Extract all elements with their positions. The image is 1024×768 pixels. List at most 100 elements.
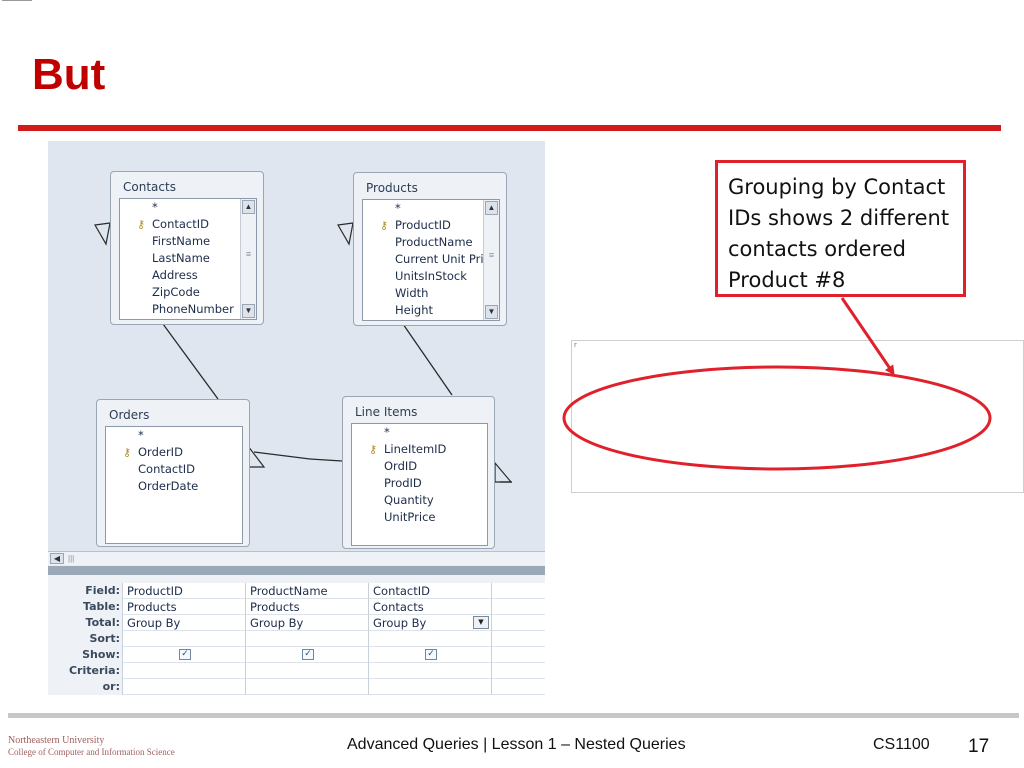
field-item[interactable]: * [120, 199, 256, 216]
total-cell[interactable]: Group By [246, 615, 368, 631]
field-item[interactable]: ZipCode [120, 284, 256, 301]
or-cell[interactable] [369, 679, 491, 695]
show-cell: ✓ [123, 647, 245, 663]
total-cell[interactable]: Group By ▼ [369, 615, 491, 631]
grid-column: ProductName Products Group By ✓ [246, 583, 369, 695]
callout-box: Grouping by Contact IDs shows 2 differen… [715, 160, 966, 297]
field-item[interactable]: ProductName [363, 234, 499, 251]
total-cell[interactable]: Group By [123, 615, 245, 631]
field-item[interactable]: OrdID [352, 458, 487, 475]
field-item[interactable]: * [363, 200, 499, 217]
field-list[interactable]: * ⚷ LineItemID OrdID ProdID Quantity Unit… [351, 423, 488, 546]
scroll-down-arrow-icon[interactable]: ▼ [485, 305, 498, 319]
query-designer-screenshot: Contacts * ⚷ ContactID FirstName LastName… [48, 141, 545, 695]
table-cell[interactable]: Products [123, 599, 245, 615]
field-item[interactable]: OrderDate [106, 478, 242, 495]
show-checkbox[interactable]: ✓ [425, 649, 437, 660]
table-title: Orders [109, 408, 150, 422]
sort-cell[interactable] [492, 631, 545, 647]
field-item[interactable]: ⚷ LineItemID [352, 441, 487, 458]
horizontal-scrollbar[interactable]: ◀ ||| [48, 551, 545, 565]
show-cell[interactable] [492, 647, 545, 663]
scroll-up-arrow-icon[interactable]: ▲ [485, 201, 498, 215]
field-cell[interactable]: ProductName [246, 583, 368, 599]
row-label-field: Field: [85, 584, 120, 597]
or-cell[interactable] [123, 679, 245, 695]
table-cell[interactable]: Products [246, 599, 368, 615]
relationships-pane: Contacts * ⚷ ContactID FirstName LastName… [48, 141, 545, 551]
or-cell[interactable] [492, 679, 545, 695]
show-checkbox[interactable]: ✓ [179, 649, 191, 660]
key-icon: ⚷ [380, 219, 389, 232]
top-corner-mark [2, 0, 32, 4]
field-item[interactable]: UnitsInStock [363, 268, 499, 285]
show-cell: ✓ [246, 647, 368, 663]
criteria-cell[interactable] [246, 663, 368, 679]
field-item[interactable]: UnitPrice [352, 509, 487, 526]
sort-cell[interactable] [123, 631, 245, 647]
row-label-criteria: Criteria: [68, 664, 120, 677]
design-grid-pane: Field: Table: Total: Sort: Show: Criteri… [48, 575, 545, 695]
field-cell[interactable]: ContactID [369, 583, 491, 599]
field-cell[interactable]: ProductID [123, 583, 245, 599]
chevron-down-icon[interactable]: ▼ [473, 616, 489, 629]
table-title: Contacts [123, 180, 176, 194]
or-cell[interactable] [246, 679, 368, 695]
grid-column: ContactID Contacts Group By ▼ ✓ [369, 583, 492, 695]
key-icon: ⚷ [123, 446, 132, 459]
table-box-line-items[interactable]: Line Items * ⚷ LineItemID OrdID ProdID Qu… [342, 396, 495, 549]
result-corner-mark: r [574, 341, 577, 349]
row-label-total: Total: [85, 616, 120, 629]
field-cell[interactable] [492, 583, 545, 599]
scroll-up-arrow-icon[interactable]: ▲ [242, 200, 255, 214]
slide-title: But [32, 50, 106, 99]
show-checkbox[interactable]: ✓ [302, 649, 314, 660]
page-number: 17 [968, 736, 990, 757]
total-cell[interactable] [492, 615, 545, 631]
table-box-contacts[interactable]: Contacts * ⚷ ContactID FirstName LastName… [110, 171, 264, 325]
scroll-left-arrow-icon[interactable]: ◀ [50, 553, 64, 564]
table-box-products[interactable]: Products * ⚷ ProductID ProductName Curren… [353, 172, 507, 326]
scroll-grip-icon: ≡ [488, 250, 495, 260]
field-item[interactable]: * [352, 424, 487, 441]
table-cell[interactable] [492, 599, 545, 615]
field-item[interactable]: PhoneNumber [120, 301, 256, 318]
criteria-cell[interactable] [123, 663, 245, 679]
grid-row-labels: Field: Table: Total: Sort: Show: Criteri… [48, 583, 120, 695]
field-list[interactable]: * ⚷ ContactID FirstName LastName Address … [119, 198, 257, 320]
title-rule [18, 125, 1001, 131]
show-cell: ✓ [369, 647, 491, 663]
field-list[interactable]: * ⚷ ProductID ProductName Current Unit Pr… [362, 199, 500, 321]
criteria-cell[interactable] [492, 663, 545, 679]
sort-cell[interactable] [246, 631, 368, 647]
field-item[interactable]: FirstName [120, 233, 256, 250]
field-item[interactable]: Quantity [352, 492, 487, 509]
scroll-grip-icon: ||| [68, 554, 75, 563]
table-box-orders[interactable]: Orders * ⚷ OrderID ContactID OrderDate [96, 399, 250, 547]
field-item[interactable]: * [106, 427, 242, 444]
field-item[interactable]: ⚷ ProductID [363, 217, 499, 234]
field-item[interactable]: Address [120, 267, 256, 284]
field-item[interactable]: ProdID [352, 475, 487, 492]
table-title: Products [366, 181, 418, 195]
table-cell[interactable]: Contacts [369, 599, 491, 615]
field-item[interactable]: ⚷ OrderID [106, 444, 242, 461]
field-item[interactable]: ContactID [106, 461, 242, 478]
sort-cell[interactable] [369, 631, 491, 647]
criteria-cell[interactable] [369, 663, 491, 679]
design-grid: ProductID Products Group By ✓ ProductNam… [122, 583, 545, 695]
field-item[interactable]: Width [363, 285, 499, 302]
query-result-placeholder: r [571, 340, 1024, 493]
field-item[interactable]: Height [363, 302, 499, 319]
pane-splitter[interactable] [48, 566, 545, 575]
field-list[interactable]: * ⚷ OrderID ContactID OrderDate [105, 426, 243, 544]
vertical-scrollbar[interactable]: ▲ ≡ ▼ [483, 200, 499, 320]
scroll-down-arrow-icon[interactable]: ▼ [242, 304, 255, 318]
vertical-scrollbar[interactable]: ▲ ≡ ▼ [240, 199, 256, 319]
row-label-or: or: [102, 680, 120, 693]
table-title: Line Items [355, 405, 418, 419]
field-item[interactable]: ⚷ ContactID [120, 216, 256, 233]
field-item[interactable]: LastName [120, 250, 256, 267]
field-item[interactable]: Current Unit Pri [363, 251, 499, 268]
scroll-grip-icon: ≡ [245, 249, 252, 259]
